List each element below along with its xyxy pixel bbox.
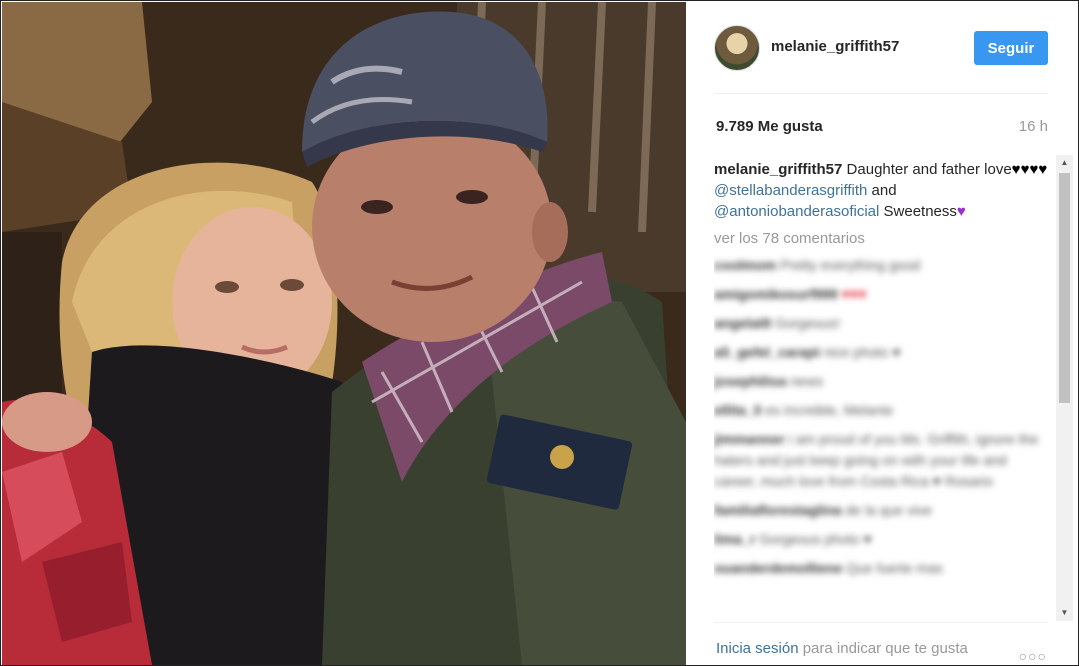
comment-item: ellita_0 es increible, Melanie: [714, 402, 893, 418]
comment-item: familiaflorestaglina de la que vive: [714, 502, 932, 518]
caption-text-1: Daughter and father love: [846, 161, 1012, 178]
post-time[interactable]: 16 h: [1019, 118, 1048, 135]
mention-stella[interactable]: @stellabanderasgriffith: [714, 182, 867, 199]
black-hearts-icon: ♥♥♥♥: [1011, 161, 1048, 178]
avatar[interactable]: [714, 25, 760, 71]
comments-list[interactable]: melanie_griffith57 Daughter and father l…: [714, 159, 1049, 619]
photo-illustration: [2, 2, 686, 665]
comment-item: coolmom Pretty everything good: [714, 257, 921, 273]
caption-text-2: and: [871, 182, 897, 199]
view-all-comments-link[interactable]: ver los 78 comentarios: [714, 230, 1049, 247]
comment-item: amigomikosurf999 ♥♥♥: [714, 286, 867, 302]
comment-item: lima_r Gorgeous photo ♥: [714, 531, 872, 547]
caption-text-3: Sweetness: [883, 203, 957, 220]
login-link[interactable]: Inicia sesión: [716, 640, 799, 657]
blurred-comments: coolmom Pretty everything good amigomiko…: [714, 255, 1049, 579]
more-options-icon[interactable]: ○○○: [1019, 648, 1047, 664]
scrollbar-thumb[interactable]: [1059, 173, 1070, 403]
scroll-down-arrow-icon[interactable]: ▼: [1056, 605, 1073, 621]
footer-divider: [714, 622, 1048, 623]
post-header: melanie_griffith57 Seguir: [687, 2, 1077, 92]
caption: melanie_griffith57 Daughter and father l…: [714, 159, 1049, 222]
username-link[interactable]: melanie_griffith57: [771, 38, 899, 55]
comment-item: angelat9 Gorgeous!: [714, 315, 841, 331]
follow-button[interactable]: Seguir: [974, 31, 1048, 65]
header-divider: [714, 93, 1048, 94]
mention-antonio[interactable]: @antoniobanderasoficial: [714, 203, 879, 220]
instagram-embed-window: melanie_griffith57 Seguir 9.789 Me gusta…: [0, 0, 1079, 666]
comment-item: jimmanner i am proud of you Ms. Griffith…: [714, 431, 1039, 489]
comment-item: joseph0isa news: [714, 373, 823, 389]
purple-heart-icon: ♥: [956, 203, 966, 220]
post-photo[interactable]: [2, 2, 686, 665]
comment-item: a5_gefel_carapt nice photo ♥: [714, 344, 901, 360]
likes-count[interactable]: 9.789 Me gusta: [716, 118, 823, 135]
login-prompt: Inicia sesión para indicar que te gusta: [716, 640, 968, 657]
post-sidebar: melanie_griffith57 Seguir 9.789 Me gusta…: [687, 2, 1077, 665]
caption-username[interactable]: melanie_griffith57: [714, 161, 842, 178]
login-prompt-text: para indicar que te gusta: [802, 640, 968, 657]
scroll-up-arrow-icon[interactable]: ▲: [1056, 155, 1073, 171]
comments-scrollbar[interactable]: ▲ ▼: [1056, 155, 1073, 621]
comment-item: ouanderdemolliene Que fuerte mas: [714, 560, 943, 576]
